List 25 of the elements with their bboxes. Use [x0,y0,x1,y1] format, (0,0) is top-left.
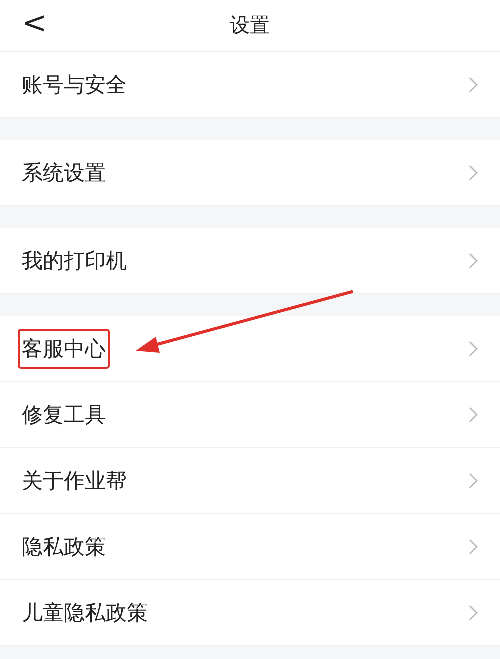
item-label: 系统设置 [21,160,107,186]
chevron-icon [469,76,478,92]
settings-item[interactable]: 修复工具 [0,382,500,448]
settings-item[interactable]: 我的打印机 [0,228,500,294]
item-label: 隐私政策 [21,534,107,560]
settings-item[interactable]: 隐私政策 [0,514,500,580]
chevron-icon [469,164,478,180]
page-title: 设置 [230,12,270,39]
back-button[interactable]: < [16,6,54,42]
settings-item[interactable]: 儿童隐私政策 [0,580,500,646]
chevron-icon [469,406,478,422]
item-label: 关于作业帮 [21,468,128,494]
chevron-icon [469,604,478,620]
chevron-icon [469,538,478,554]
settings-item[interactable]: 系统设置 [0,140,500,206]
chevron-icon [469,252,478,268]
settings-item[interactable]: 关于作业帮 [0,448,500,514]
item-label: 修复工具 [21,402,107,428]
item-label: 我的打印机 [21,248,128,274]
item-label: 客服中心 [18,328,110,368]
chevron-icon [469,340,478,356]
chevron-icon [469,472,478,488]
settings-item[interactable]: 账号与安全 [0,52,500,118]
item-label: 儿童隐私政策 [21,600,149,626]
item-label: 账号与安全 [21,72,128,98]
